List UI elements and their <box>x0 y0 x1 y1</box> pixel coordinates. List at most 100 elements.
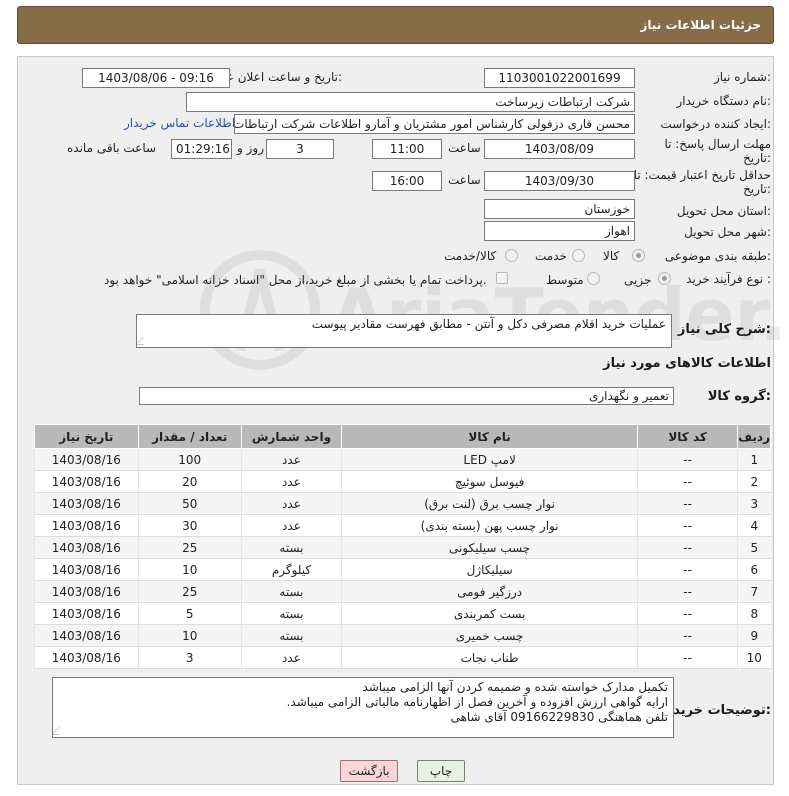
cell-need-date: 1403/08/16 <box>34 624 139 647</box>
cell-item-code: -- <box>637 536 738 559</box>
cell-item-code: -- <box>637 514 738 537</box>
buyer-notes-line: تکمیل مدارک خواسته شده و ضمیمه کردن آنها… <box>362 680 668 694</box>
treasury-payment-checkbox[interactable] <box>496 272 508 284</box>
cell-need-date: 1403/08/16 <box>34 470 139 493</box>
resize-grip-icon[interactable] <box>53 727 67 735</box>
buyer-label: نام دستگاه خریدار: <box>676 94 772 108</box>
validity-label: حداقل تاریخ اعتبار قیمت: تا <box>633 168 771 182</box>
cell-item-name: چسب خمیری <box>341 624 638 647</box>
col-qty-header: تعداد / مقدار <box>137 424 242 449</box>
category-radio-goods[interactable] <box>632 249 645 262</box>
category-radio-service[interactable] <box>572 249 585 262</box>
category-radio-both[interactable] <box>505 249 518 262</box>
items-table: ردیف کد کالا نام کالا واحد شمارش تعداد /… <box>34 424 771 669</box>
cell-need-date: 1403/08/16 <box>34 536 139 559</box>
deadline-time-label: ساعت <box>448 141 481 155</box>
cell-quantity: 10 <box>137 624 242 647</box>
validity-time-label: ساعت <box>448 173 481 187</box>
resize-grip-icon[interactable] <box>137 337 151 345</box>
cell-unit: بسته <box>240 602 342 625</box>
cell-quantity: 10 <box>137 558 242 581</box>
goods-group-label: گروه کالا: <box>707 389 771 404</box>
cell-row-number: 6 <box>737 558 771 581</box>
process-option-medium: متوسط <box>546 273 584 287</box>
cell-item-name: درزگیر فومی <box>341 580 638 603</box>
cell-unit: عدد <box>240 470 342 493</box>
buyer-contact-link[interactable]: اطلاعات تماس خریدار <box>124 116 235 130</box>
description-text: عملیات خرید اقلام مصرفی دکل و آنتن - مطا… <box>311 317 666 331</box>
cell-quantity: 20 <box>137 470 242 493</box>
back-button[interactable]: بازگشت <box>340 760 398 782</box>
cell-item-name: بست کمربندی <box>341 602 638 625</box>
validity-label-date: تاریخ: <box>743 182 771 196</box>
process-radio-medium[interactable] <box>587 272 600 285</box>
col-unit-header: واحد شمارش <box>240 424 343 449</box>
cell-item-name: نوار چسب پهن (بسته بندی) <box>341 514 638 537</box>
cell-row-number: 9 <box>737 624 771 647</box>
cell-quantity: 25 <box>137 580 242 603</box>
buyer-notes-line: تلفن هماهنگی 09166229830 آقای شاهی <box>450 710 668 724</box>
page-title: جزئیات اطلاعات نیاز <box>640 18 761 32</box>
process-label: نوع فرآیند خرید : <box>686 272 771 286</box>
cell-row-number: 3 <box>737 492 771 515</box>
city-field: اهواز <box>484 221 635 241</box>
creator-label: ایجاد کننده درخواست: <box>660 117 771 131</box>
print-button[interactable]: چاپ <box>417 760 465 782</box>
col-row-header: ردیف <box>737 424 771 449</box>
cell-item-name: نوار چسب برق (لنت برق) <box>341 492 638 515</box>
cell-quantity: 30 <box>137 514 242 537</box>
cell-unit: عدد <box>240 514 342 537</box>
cell-item-code: -- <box>637 470 738 493</box>
cell-row-number: 1 <box>737 448 771 471</box>
deadline-time-field: 11:00 <box>372 139 442 159</box>
process-option-minor: جزیی <box>624 273 652 287</box>
goods-info-heading: اطلاعات کالاهای مورد نیاز <box>603 356 771 371</box>
cell-item-name: طناب نجات <box>341 646 638 669</box>
cell-quantity: 5 <box>137 602 242 625</box>
table-row: 6 -- سیلیکاژل کیلوگرم 10 1403/08/16 <box>34 558 771 581</box>
cell-quantity: 25 <box>137 536 242 559</box>
treasury-payment-note: پرداخت تمام یا بخشی از مبلغ خرید،از محل … <box>104 273 487 287</box>
cell-need-date: 1403/08/16 <box>34 514 139 537</box>
validity-time-field: 16:00 <box>372 171 442 191</box>
buyer-notes-label: توضیحات خریدار: <box>661 703 771 718</box>
cell-item-code: -- <box>637 646 738 669</box>
days-field: 3 <box>266 139 334 159</box>
city-label: شهر محل تحویل: <box>684 225 771 239</box>
buyer-notes-line: ارایه گواهی ارزش افزوده و آخرین فصل از ا… <box>286 695 668 709</box>
cell-row-number: 10 <box>737 646 771 669</box>
process-radio-minor[interactable] <box>658 272 671 285</box>
cell-item-name: سیلیکاژل <box>341 558 638 581</box>
cell-item-code: -- <box>637 492 738 515</box>
cell-unit: عدد <box>240 448 342 471</box>
remaining-label: ساعت باقی مانده <box>67 141 157 155</box>
table-row: 3 -- نوار چسب برق (لنت برق) عدد 50 1403/08/16 <box>34 492 771 515</box>
cell-row-number: 8 <box>737 602 771 625</box>
cell-row-number: 7 <box>737 580 771 603</box>
cell-item-code: -- <box>637 558 738 581</box>
creator-field: محسن قاری دزفولی کارشناس امور مشتریان و … <box>234 114 635 134</box>
cell-item-name: فیوسل سوئیچ <box>341 470 638 493</box>
goods-group-field: تعمیر و نگهداری <box>139 387 674 405</box>
province-label: استان محل تحویل: <box>676 204 771 218</box>
cell-quantity: 50 <box>137 492 242 515</box>
col-code-header: کد کالا <box>637 424 739 449</box>
col-date-header: تاریخ نیاز <box>34 424 139 449</box>
table-row: 1 -- لامپ LED عدد 100 1403/08/16 <box>34 448 771 471</box>
deadline-date-field: 1403/08/09 <box>484 139 635 159</box>
cell-need-date: 1403/08/16 <box>34 492 139 515</box>
cell-unit: کیلوگرم <box>240 558 342 581</box>
cell-unit: عدد <box>240 492 342 515</box>
cell-unit: بسته <box>240 624 342 647</box>
buyer-notes-field: تکمیل مدارک خواسته شده و ضمیمه کردن آنها… <box>52 677 674 738</box>
cell-row-number: 5 <box>737 536 771 559</box>
cell-need-date: 1403/08/16 <box>34 646 139 669</box>
cell-row-number: 2 <box>737 470 771 493</box>
table-row: 9 -- چسب خمیری بسته 10 1403/08/16 <box>34 624 771 647</box>
validity-date-field: 1403/09/30 <box>484 171 635 191</box>
table-row: 10 -- طناب نجات عدد 3 1403/08/16 <box>34 646 771 669</box>
cell-unit: بسته <box>240 580 342 603</box>
province-field: خوزستان <box>484 199 635 219</box>
remaining-time-field: 01:29:16 <box>171 139 232 159</box>
description-field: عملیات خرید اقلام مصرفی دکل و آنتن - مطا… <box>136 314 672 348</box>
